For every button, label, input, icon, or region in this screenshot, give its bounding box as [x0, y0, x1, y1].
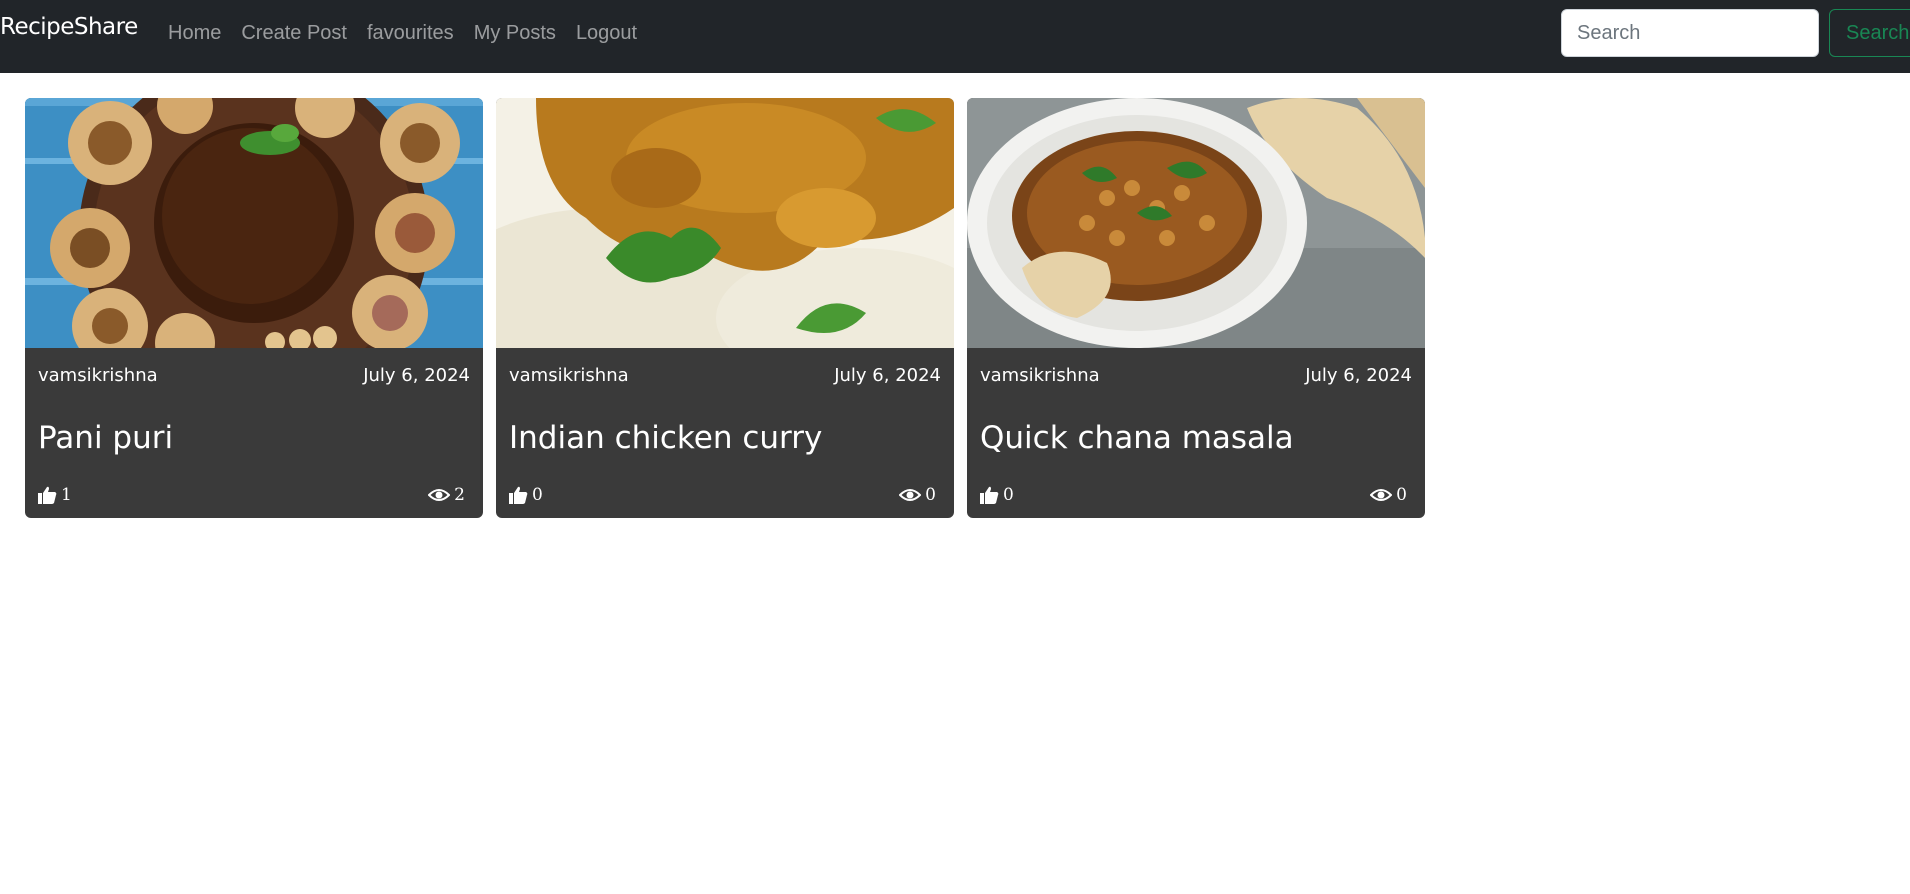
recipe-date: July 6, 2024	[1305, 365, 1412, 386]
brand-logo[interactable]: RecipeShare	[0, 14, 138, 40]
like-count: 1	[61, 485, 72, 505]
recipe-date: July 6, 2024	[834, 365, 941, 386]
nav-link-logout[interactable]: Logout	[576, 22, 637, 45]
nav-link-home[interactable]: Home	[168, 22, 221, 45]
recipe-stats: 0 0	[980, 485, 1407, 505]
views-count: 0	[1396, 485, 1407, 505]
recipe-meta: vamsikrishna July 6, 2024	[980, 365, 1412, 386]
thumbs-up-icon	[38, 486, 57, 504]
like-stat[interactable]: 0	[980, 485, 1014, 505]
recipe-title[interactable]: Quick chana masala	[980, 420, 1294, 456]
recipe-card[interactable]: vamsikrishna July 6, 2024 Quick chana ma…	[967, 98, 1425, 518]
recipe-meta: vamsikrishna July 6, 2024	[38, 365, 470, 386]
thumbs-up-icon	[980, 486, 999, 504]
nav-link-create-post[interactable]: Create Post	[241, 22, 347, 45]
views-stat: 0	[899, 485, 936, 505]
views-stat: 0	[1370, 485, 1407, 505]
views-count: 0	[925, 485, 936, 505]
recipe-card[interactable]: vamsikrishna July 6, 2024 Indian chicken…	[496, 98, 954, 518]
recipe-card-list: vamsikrishna July 6, 2024 Pani puri 1 2	[25, 98, 1438, 518]
recipe-image	[967, 98, 1425, 348]
recipe-image	[25, 98, 483, 348]
recipe-title[interactable]: Pani puri	[38, 420, 173, 456]
nav-links: Home Create Post favourites My Posts Log…	[168, 22, 657, 45]
recipe-card[interactable]: vamsikrishna July 6, 2024 Pani puri 1 2	[25, 98, 483, 518]
thumbs-up-icon	[509, 486, 528, 504]
recipe-author: vamsikrishna	[980, 365, 1100, 386]
eye-icon	[1370, 489, 1393, 501]
recipe-meta: vamsikrishna July 6, 2024	[509, 365, 941, 386]
like-count: 0	[1003, 485, 1014, 505]
like-stat[interactable]: 1	[38, 485, 72, 505]
search-button[interactable]: Search	[1829, 9, 1910, 57]
recipe-title[interactable]: Indian chicken curry	[509, 420, 822, 456]
recipe-image	[496, 98, 954, 348]
recipe-date: July 6, 2024	[363, 365, 470, 386]
views-count: 2	[454, 485, 465, 505]
recipe-author: vamsikrishna	[38, 365, 158, 386]
recipe-stats: 0 0	[509, 485, 936, 505]
views-stat: 2	[428, 485, 465, 505]
like-count: 0	[532, 485, 543, 505]
like-stat[interactable]: 0	[509, 485, 543, 505]
nav-link-favourites[interactable]: favourites	[367, 22, 454, 45]
search-input[interactable]	[1561, 9, 1819, 57]
eye-icon	[899, 489, 922, 501]
nav-link-my-posts[interactable]: My Posts	[474, 22, 556, 45]
recipe-stats: 1 2	[38, 485, 465, 505]
navbar: RecipeShare Home Create Post favourites …	[0, 0, 1910, 73]
eye-icon	[428, 489, 451, 501]
recipe-author: vamsikrishna	[509, 365, 629, 386]
